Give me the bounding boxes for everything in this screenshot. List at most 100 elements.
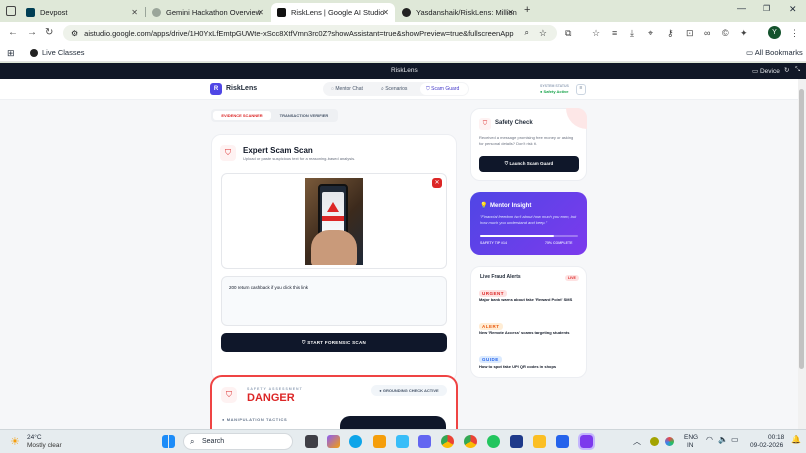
chrome-icon[interactable]: [441, 435, 454, 448]
powerpoint-icon[interactable]: [510, 435, 523, 448]
remove-image-button[interactable]: ✕: [432, 178, 442, 188]
tray-chevron-icon[interactable]: ︿: [633, 436, 641, 447]
back-arrow-icon[interactable]: ←: [8, 27, 18, 39]
clock-date[interactable]: 09-02-2026: [750, 442, 783, 449]
volume-icon[interactable]: 🔈: [718, 435, 728, 444]
site-info-icon[interactable]: ⚙: [71, 29, 78, 38]
cast-icon[interactable]: ⊡: [686, 27, 694, 39]
start-forensic-scan-button[interactable]: ⛉ START FORENSIC SCAN: [221, 333, 447, 352]
language-code[interactable]: ENG: [684, 434, 698, 441]
media-icon[interactable]: [418, 435, 431, 448]
task-view-icon[interactable]: [305, 435, 318, 448]
device-toggle[interactable]: ▭ Device: [752, 67, 780, 75]
mentor-quote: "Financial freedom isn't about how much …: [480, 214, 577, 225]
bookmark-live-classes[interactable]: Live Classes: [30, 48, 85, 57]
subtab-transaction-verifier[interactable]: TRANSACTION VERIFIER: [272, 111, 336, 120]
bookmarks-icon[interactable]: ☆: [592, 27, 600, 39]
folder-icon: ▭: [746, 48, 754, 57]
whatsapp-icon[interactable]: [487, 435, 500, 448]
close-icon[interactable]: ✕: [257, 8, 264, 17]
launch-scam-guard-button[interactable]: ⛉ Launch Scam Guard: [479, 156, 579, 172]
ai-studio-favicon-icon: [277, 8, 286, 17]
start-windows-icon[interactable]: [162, 435, 175, 448]
nav-scam-guard[interactable]: ⛉ Scam Guard: [420, 83, 468, 95]
live-badge: LIVE: [565, 275, 579, 281]
edge-icon[interactable]: [349, 435, 362, 448]
close-icon[interactable]: ✕: [507, 8, 514, 17]
tray-app-icon[interactable]: [650, 437, 659, 446]
evidence-image: [305, 178, 363, 265]
safety-check-title: Safety Check: [495, 120, 533, 126]
language-region[interactable]: IN: [687, 442, 694, 449]
browser-tab-strip: Devpost ✕ Gemini Hackathon Overview ✕ Risk…: [0, 0, 806, 22]
extensions-icon[interactable]: ⧉: [565, 27, 571, 39]
store-icon[interactable]: [373, 435, 386, 448]
page-scrollbar[interactable]: [798, 79, 806, 429]
document-button[interactable]: ≡: [576, 84, 586, 95]
key-icon[interactable]: ⚷: [667, 27, 674, 39]
address-bar[interactable]: ⚙ aistudio.google.com/apps/drive/1H0YxLf…: [63, 25, 557, 41]
close-icon[interactable]: ✕: [382, 8, 389, 17]
tab-search-icon[interactable]: [6, 6, 16, 16]
extension-link-icon[interactable]: ∞: [704, 27, 710, 39]
fullscreen-exit-icon[interactable]: ⤡: [795, 66, 800, 74]
bookmark-star-icon[interactable]: ☆: [539, 28, 547, 39]
minimize-button[interactable]: —: [737, 3, 746, 13]
reading-list-icon[interactable]: ≡: [612, 27, 617, 39]
nav-mentor-chat[interactable]: ◌ Mentor Chat: [331, 86, 363, 92]
bookmark-label: Live Classes: [42, 48, 85, 57]
tab-gemini-hackathon[interactable]: Gemini Hackathon Overview ✕: [146, 3, 270, 22]
wifi-icon[interactable]: ◠: [706, 435, 713, 444]
profile-avatar[interactable]: Y: [768, 26, 781, 39]
chrome-profile-icon[interactable]: [464, 435, 477, 448]
tray-color-icon[interactable]: [665, 437, 674, 446]
clock-time[interactable]: 00:18: [768, 434, 784, 441]
alert-item[interactable]: New 'Remote Access' scams targeting stud…: [479, 330, 577, 336]
shield-icon: ⛉: [482, 121, 488, 127]
taskbar-search[interactable]: ⌕ Search: [183, 433, 293, 450]
studio-app-name: RiskLens: [391, 67, 418, 74]
refresh-preview-icon[interactable]: ↻: [784, 66, 789, 74]
close-window-button[interactable]: ✕: [789, 4, 797, 15]
browser-toolbar: ← → ↻ ⚙ aistudio.google.com/apps/drive/1…: [0, 22, 806, 44]
forward-arrow-icon[interactable]: →: [27, 27, 37, 39]
assessment-verdict: DANGER: [247, 392, 295, 404]
app-logo[interactable]: R: [210, 83, 222, 95]
download-icon[interactable]: ⤓: [630, 27, 634, 39]
weather-icon[interactable]: ☀: [10, 435, 20, 448]
extension-c-icon[interactable]: ©: [722, 27, 729, 39]
people-icon[interactable]: [396, 435, 409, 448]
tab-risklens-ai-studio[interactable]: RiskLens | Google AI Studio ✕: [271, 3, 395, 22]
assessment-label: SAFETY ASSESSMENT: [247, 387, 303, 391]
reload-icon[interactable]: ↻: [45, 27, 53, 39]
nav-scenarios[interactable]: ⌕ Scenarios: [381, 86, 407, 92]
weather-desc[interactable]: Mostly clear: [27, 442, 62, 449]
alert-item[interactable]: How to spot fake UPI QR codes in shops: [479, 364, 577, 370]
copilot-icon[interactable]: [327, 435, 340, 448]
lightbulb-icon: 💡: [480, 203, 488, 209]
vscode-icon[interactable]: [556, 435, 569, 448]
puzzle-icon[interactable]: ✦: [740, 27, 748, 39]
weather-temp[interactable]: 24°C: [27, 434, 42, 441]
location-icon[interactable]: ⌖: [648, 27, 653, 39]
new-tab-button[interactable]: +: [524, 4, 530, 16]
app-active-icon[interactable]: [578, 433, 595, 450]
tab-devpost[interactable]: Devpost ✕: [20, 3, 144, 22]
restore-button[interactable]: ❐: [763, 4, 770, 13]
alert-tag-guide: GUIDE: [479, 356, 502, 363]
scan-text-input[interactable]: 200 return cashback if you click this li…: [221, 276, 447, 326]
file-explorer-icon[interactable]: [533, 435, 546, 448]
shield-alert-icon: ⛉: [226, 390, 232, 399]
scan-subtitle: Upload or paste suspicious text for a re…: [243, 156, 356, 161]
zoom-icon[interactable]: ⌕: [525, 28, 529, 38]
scrollbar-thumb[interactable]: [799, 89, 804, 369]
battery-icon[interactable]: ▭: [731, 435, 739, 444]
menu-dots-icon[interactable]: ⋮: [790, 27, 799, 39]
notification-bell-icon[interactable]: 🔔: [791, 435, 801, 444]
close-icon[interactable]: ✕: [131, 8, 138, 17]
alert-item[interactable]: Major bank warns about fake 'Reward Poin…: [479, 297, 577, 303]
all-bookmarks-folder[interactable]: ▭ All Bookmarks: [746, 48, 803, 57]
subtab-evidence-scanner[interactable]: EVIDENCE SCANNER: [213, 111, 271, 120]
apps-grid-icon[interactable]: ⊞: [7, 48, 15, 59]
tab-github-risklens[interactable]: Yasdanshaik/RiskLens: Million ✕: [396, 3, 520, 22]
